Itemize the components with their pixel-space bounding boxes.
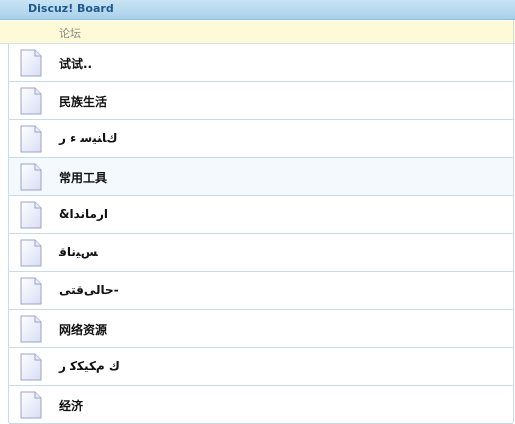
forum-name-link[interactable]: 常用工具 xyxy=(59,169,107,186)
document-icon xyxy=(20,49,42,77)
document-icon xyxy=(20,315,42,343)
forum-row: ﻙﺎﻨﻴﺳ ﺀ ﺭ xyxy=(9,120,513,158)
right-border xyxy=(513,20,514,423)
forum-name-link[interactable]: &ﺍﺭﻣﺎﻧﺪﺍ xyxy=(59,207,108,221)
forum-row: 经济 xyxy=(9,386,513,424)
board-header: Discuz! Board xyxy=(0,0,515,20)
forum-name-link[interactable]: ﺣﺎﻟﻰﻗﺘﻰ- xyxy=(59,283,119,297)
document-icon xyxy=(20,391,42,419)
document-icon xyxy=(20,277,42,305)
forum-name-link[interactable]: 民族生活 xyxy=(59,93,107,110)
forum-row: &ﺍﺭﻣﺎﻧﺪﺍ xyxy=(9,196,513,234)
forum-row: ﺲﻴﻧﺎﻗ xyxy=(9,234,513,272)
forum-row: ﺣﺎﻟﻰﻗﺘﻰ- xyxy=(9,272,513,310)
forum-name-link[interactable]: 网络资源 xyxy=(59,321,107,338)
forum-row: 网络资源 xyxy=(9,310,513,348)
document-icon xyxy=(20,125,42,153)
document-icon xyxy=(20,201,42,229)
forum-row: ﻙ ﻡﻜﻴﻜﻛ ﺭ xyxy=(9,348,513,386)
document-icon xyxy=(20,239,42,267)
board-title-link[interactable]: Discuz! Board xyxy=(28,2,114,15)
forum-row: 民族生活 xyxy=(9,82,513,120)
forum-name-link[interactable]: ﻙ ﻡﻜﻴﻜﻛ ﺭ xyxy=(59,359,120,373)
forum-list: 试试.. 民族生活 ﻙﺎﻨﻴﺳ ﺀ ﺭ 常用工具 &ﺍﺭﻣﺎﻧﺪﺍ ﺲﻴﻧﺎﻗ … xyxy=(9,44,513,424)
forum-name-link[interactable]: 试试.. xyxy=(59,55,92,72)
category-row: 论坛 xyxy=(0,21,515,44)
forum-row: 试试.. xyxy=(9,44,513,82)
forum-name-link[interactable]: ﺲﻴﻧﺎﻗ xyxy=(59,245,98,259)
forum-name-link[interactable]: ﻙﺎﻨﻴﺳ ﺀ ﺭ xyxy=(59,131,118,145)
document-icon xyxy=(20,87,42,115)
forum-row: 常用工具 xyxy=(9,158,513,196)
forum-name-link[interactable]: 经济 xyxy=(59,397,83,414)
document-icon xyxy=(20,353,42,381)
document-icon xyxy=(20,163,42,191)
category-label[interactable]: 论坛 xyxy=(59,25,81,41)
